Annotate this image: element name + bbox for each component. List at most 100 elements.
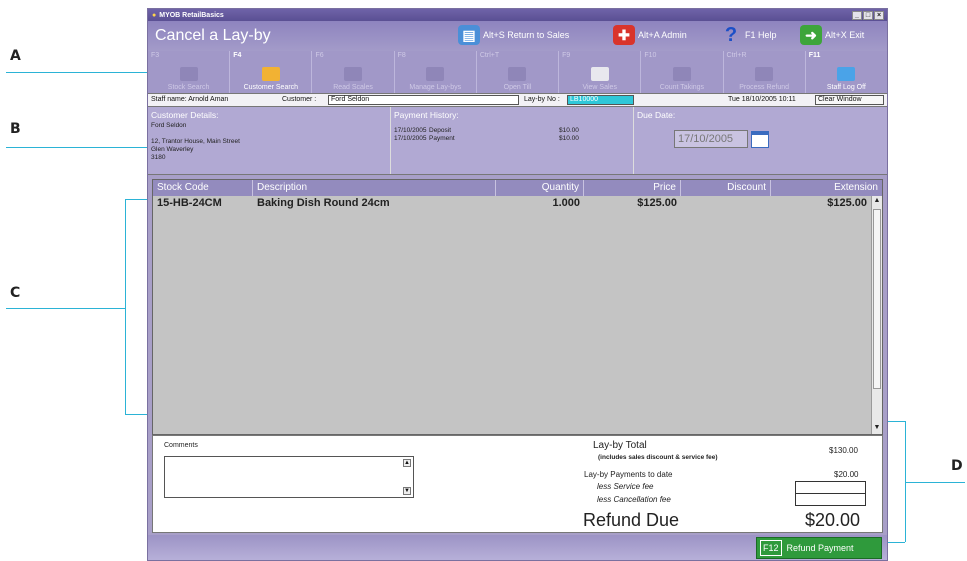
callout-d-bottom [887,542,905,543]
callout-c-line [6,308,126,309]
staff-log-off-button[interactable]: F11 Staff Log Off [806,51,887,93]
cell-stock-code: 15-HB-24CM [157,197,222,209]
return-to-sales-label: Alt+S Return to Sales [483,30,570,40]
fkey-code: Ctrl+T [479,52,500,59]
open-till-button[interactable]: Ctrl+T Open Till [477,51,560,93]
details-panel: Customer Details: Ford Seldon 12, Tranto… [148,107,887,175]
maximize-button[interactable]: □ [863,10,873,20]
callout-c-bracket [125,199,126,414]
refund-due-value: $20.00 [805,510,861,530]
scroll-down-icon[interactable]: ▼ [872,423,882,434]
layby-total-value: $130.00 [829,446,858,455]
screen-title: Cancel a Lay-by [155,27,271,44]
question-icon: ? [724,23,738,46]
fkey-code: F6 [315,52,324,59]
admin-label: Alt+A Admin [638,30,687,40]
callout-a-line [6,72,148,73]
fkey-code: F9 [562,52,571,59]
layby-icon [426,67,445,81]
cancellation-fee-label: less Cancellation fee [597,495,671,504]
screen-header: Cancel a Lay-by ▤ Alt+S Return to Sales … [148,21,887,51]
minimize-button[interactable]: _ [852,10,862,20]
customer-name: Ford Seldon [151,122,187,129]
view-sales-button[interactable]: F9 View Sales [559,51,642,93]
column-stock-code[interactable]: Stock Code [153,180,253,196]
manage-laybys-button[interactable]: F8 Manage Lay-bys [395,51,477,93]
fkey-code: F8 [397,52,406,59]
count-takings-button[interactable]: F10 Count Takings [641,51,724,93]
scroll-up-icon[interactable]: ▲ [872,196,882,207]
grid-scrollbar[interactable]: ▲ ▼ [871,196,882,434]
column-description[interactable]: Description [253,180,496,196]
grid-header: Stock Code Description Quantity Price Di… [153,180,882,196]
process-refund-button[interactable]: Ctrl+R Process Refund [724,51,806,93]
layby-number-label: Lay-by No : [524,96,560,103]
callout-a: A [10,48,21,64]
layby-number-field[interactable]: LB10000 [567,95,634,105]
customer-address-line1: 12, Trantor House, Main Street [151,138,240,145]
help-button[interactable]: ? F1 Help [720,23,777,46]
exit-button[interactable]: ➜ Alt+X Exit [800,25,864,45]
fkey-label: Read Scales [333,84,373,91]
due-date-field[interactable]: 17/10/2005 [674,130,748,148]
calendar-icon[interactable] [751,130,769,148]
callout-d-top [887,421,905,422]
refund-key: F12 [760,540,782,556]
exit-door-icon: ➜ [800,25,822,45]
warehouse-icon [179,67,198,81]
table-row[interactable]: 15-HB-24CM Baking Dish Round 24cm 1.000 … [153,196,882,210]
stock-search-button[interactable]: F3 Stock Search [148,51,231,93]
payment-history-heading: Payment History: [394,110,459,120]
admin-button[interactable]: ✚ Alt+A Admin [613,25,687,45]
callout-d-line [905,482,965,483]
fkey-label: View Sales [582,84,617,91]
function-key-bar: F3 Stock Search F4 Customer Search F6 Read … [148,51,887,93]
refund-due-label: Refund Due [583,510,680,530]
customer-label: Customer : [282,96,317,103]
fkey-code: F4 [233,52,242,59]
scroll-thumb[interactable] [873,209,881,389]
customer-field[interactable]: Ford Seldon [328,95,519,105]
cancellation-fee-field[interactable] [795,493,866,506]
fkey-code: F3 [151,52,160,59]
fkey-label: Staff Log Off [826,84,866,91]
scroll-up-icon[interactable]: ▲ [403,459,411,467]
help-label: F1 Help [745,30,777,40]
read-scales-button[interactable]: F6 Read Scales [312,51,395,93]
clear-window-button[interactable]: Clear Window [815,95,884,105]
staff-name: Staff name: Arnold Aman [151,96,229,103]
service-fee-label: less Service fee [597,482,654,491]
callout-d: D [951,458,963,474]
fkey-label: Customer Search [243,84,299,91]
comments-input[interactable]: ▲ ▼ [164,456,414,498]
customers-icon [261,67,280,81]
receipt-icon [590,67,609,81]
column-discount[interactable]: Discount [681,180,771,196]
fkey-label: Open Till [503,84,532,91]
due-date-heading: Due Date: [637,110,676,120]
customer-search-button[interactable]: F4 Customer Search [230,51,313,93]
scales-icon [344,67,363,81]
payments-to-date-label: Lay-by Payments to date [584,470,673,479]
app-icon: ● [152,11,157,19]
return-to-sales-button[interactable]: ▤ Alt+S Return to Sales [458,25,569,45]
date-time: Tue 18/10/2005 10:11 [728,96,796,103]
refund-payment-button[interactable]: F12 Refund Payment [756,537,882,559]
fkey-code: F10 [644,52,657,59]
close-button[interactable]: × [874,10,884,20]
column-quantity[interactable]: Quantity [496,180,584,196]
cell-description: Baking Dish Round 24cm [257,197,390,209]
column-extension[interactable]: Extension [771,180,882,196]
fkey-code: F11 [808,52,821,59]
summary-panel: Comments ▲ ▼ Lay-by Total (includes sale… [152,435,883,533]
scroll-down-icon[interactable]: ▼ [403,487,411,495]
info-bar: Staff name: Arnold Aman Customer : Ford … [148,93,887,107]
cell-quantity: 1.000 [552,197,580,209]
exit-label: Alt+X Exit [825,30,865,40]
footer-bar: F12 Refund Payment [148,535,887,560]
callout-b: B [10,121,21,137]
fkey-code: Ctrl+R [726,52,747,59]
payment-history: Payment History: 17/10/2005 Deposit $10.00… [391,107,634,174]
column-price[interactable]: Price [584,180,681,196]
callout-b-line [6,147,148,148]
